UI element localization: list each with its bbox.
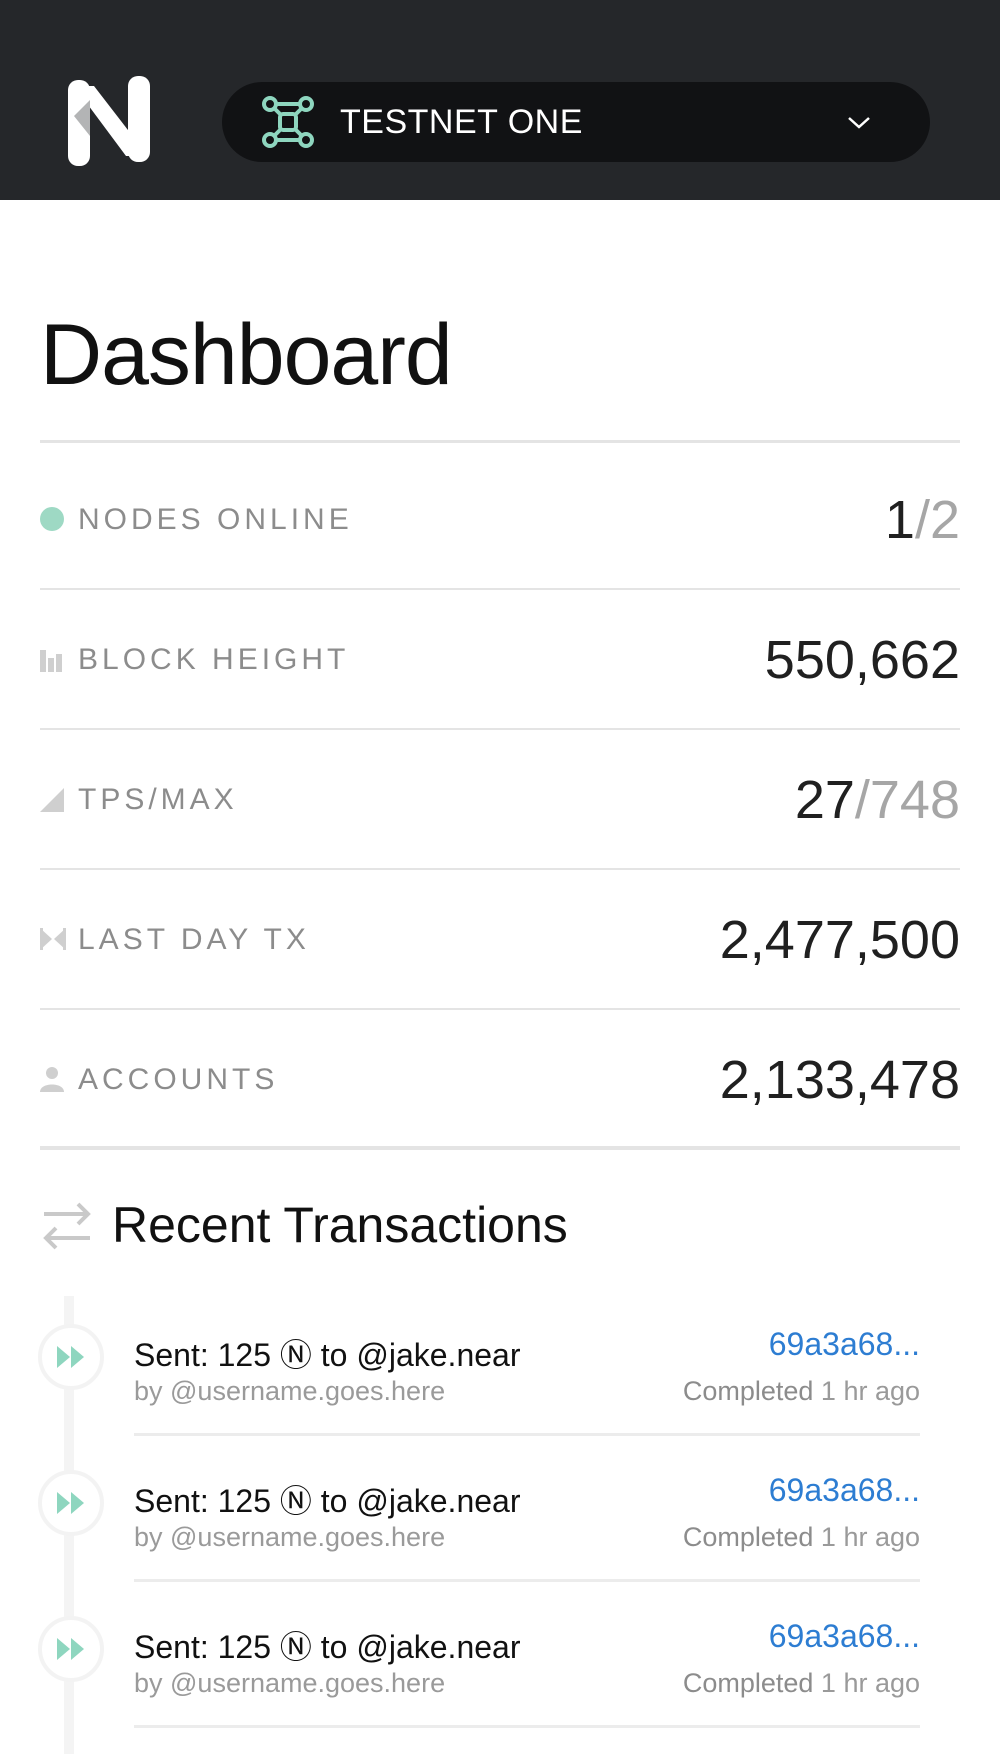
transaction-hash-link[interactable]: 69a3a68...	[769, 1472, 920, 1509]
stat-label: BLOCK HEIGHT	[78, 643, 350, 676]
transaction-row[interactable]: Sent: 125 Ⓝ to @jake.near by @username.g…	[0, 1436, 1000, 1582]
network-nodes-icon	[262, 96, 314, 148]
transaction-sender: by @username.goes.here	[134, 1376, 446, 1406]
stat-label: LAST DAY TX	[78, 923, 310, 956]
transaction-hash-link[interactable]: 69a3a68...	[769, 1326, 920, 1363]
person-icon	[40, 1067, 64, 1092]
stat-nodes-online: NODES ONLINE 1/2	[40, 450, 960, 590]
stat-last-day-tx: LAST DAY TX 2,477,500	[40, 870, 960, 1010]
transaction-summary: Sent: 125 Ⓝ to @jake.near	[134, 1629, 521, 1665]
fast-forward-icon	[57, 1346, 84, 1368]
stat-label: NODES ONLINE	[78, 503, 353, 536]
stat-value: 2,133,478	[719, 1050, 960, 1110]
stat-value: 27/748	[794, 770, 960, 830]
bar-chart-icon	[40, 650, 62, 672]
stat-value: 550,662	[764, 630, 960, 690]
transaction-status-dot	[38, 1470, 104, 1536]
transaction-summary: Sent: 125 Ⓝ to @jake.near	[134, 1483, 521, 1519]
chevron-down-icon	[848, 117, 870, 129]
stat-value: 1/2	[884, 490, 960, 550]
stat-label: TPS/MAX	[78, 783, 238, 816]
top-header: TESTNET ONE	[0, 0, 1000, 200]
network-selector[interactable]: TESTNET ONE	[222, 82, 930, 162]
stat-accounts: ACCOUNTS 2,133,478	[40, 1010, 960, 1150]
section-title: Recent Transactions	[112, 1197, 568, 1253]
transaction-hash-link[interactable]: 69a3a68...	[769, 1618, 920, 1655]
recent-transactions-header: Recent Transactions	[40, 1190, 960, 1260]
transaction-status: Completed 1 hr ago	[682, 1522, 920, 1552]
fast-forward-icon	[57, 1638, 84, 1660]
transaction-status: Completed 1 hr ago	[682, 1376, 920, 1406]
transaction-sender: by @username.goes.here	[134, 1668, 446, 1698]
fast-forward-icon	[57, 1492, 84, 1514]
stat-block-height: BLOCK HEIGHT 550,662	[40, 590, 960, 730]
stat-value: 2,477,500	[719, 910, 960, 970]
stat-tps-max: TPS/MAX 27/748	[40, 730, 960, 870]
transaction-status-dot	[38, 1324, 104, 1390]
transfer-arrows-icon	[43, 1202, 91, 1250]
transaction-sender: by @username.goes.here	[134, 1522, 446, 1552]
page-title: Dashboard	[40, 307, 453, 403]
bowtie-icon	[40, 928, 66, 950]
stat-label: ACCOUNTS	[78, 1063, 279, 1096]
transaction-summary: Sent: 125 Ⓝ to @jake.near	[134, 1337, 521, 1373]
near-logo-icon[interactable]	[64, 76, 154, 166]
triangle-icon	[40, 788, 64, 812]
transaction-status-dot	[38, 1616, 104, 1682]
divider	[134, 1725, 920, 1728]
transaction-status: Completed 1 hr ago	[682, 1668, 920, 1698]
divider	[40, 440, 960, 443]
transaction-row[interactable]: Sent: 125 Ⓝ to @jake.near by @username.g…	[0, 1290, 1000, 1436]
status-dot-icon	[40, 507, 64, 531]
transaction-row[interactable]: Sent: 125 Ⓝ to @jake.near by @username.g…	[0, 1582, 1000, 1728]
network-name: TESTNET ONE	[340, 103, 583, 141]
